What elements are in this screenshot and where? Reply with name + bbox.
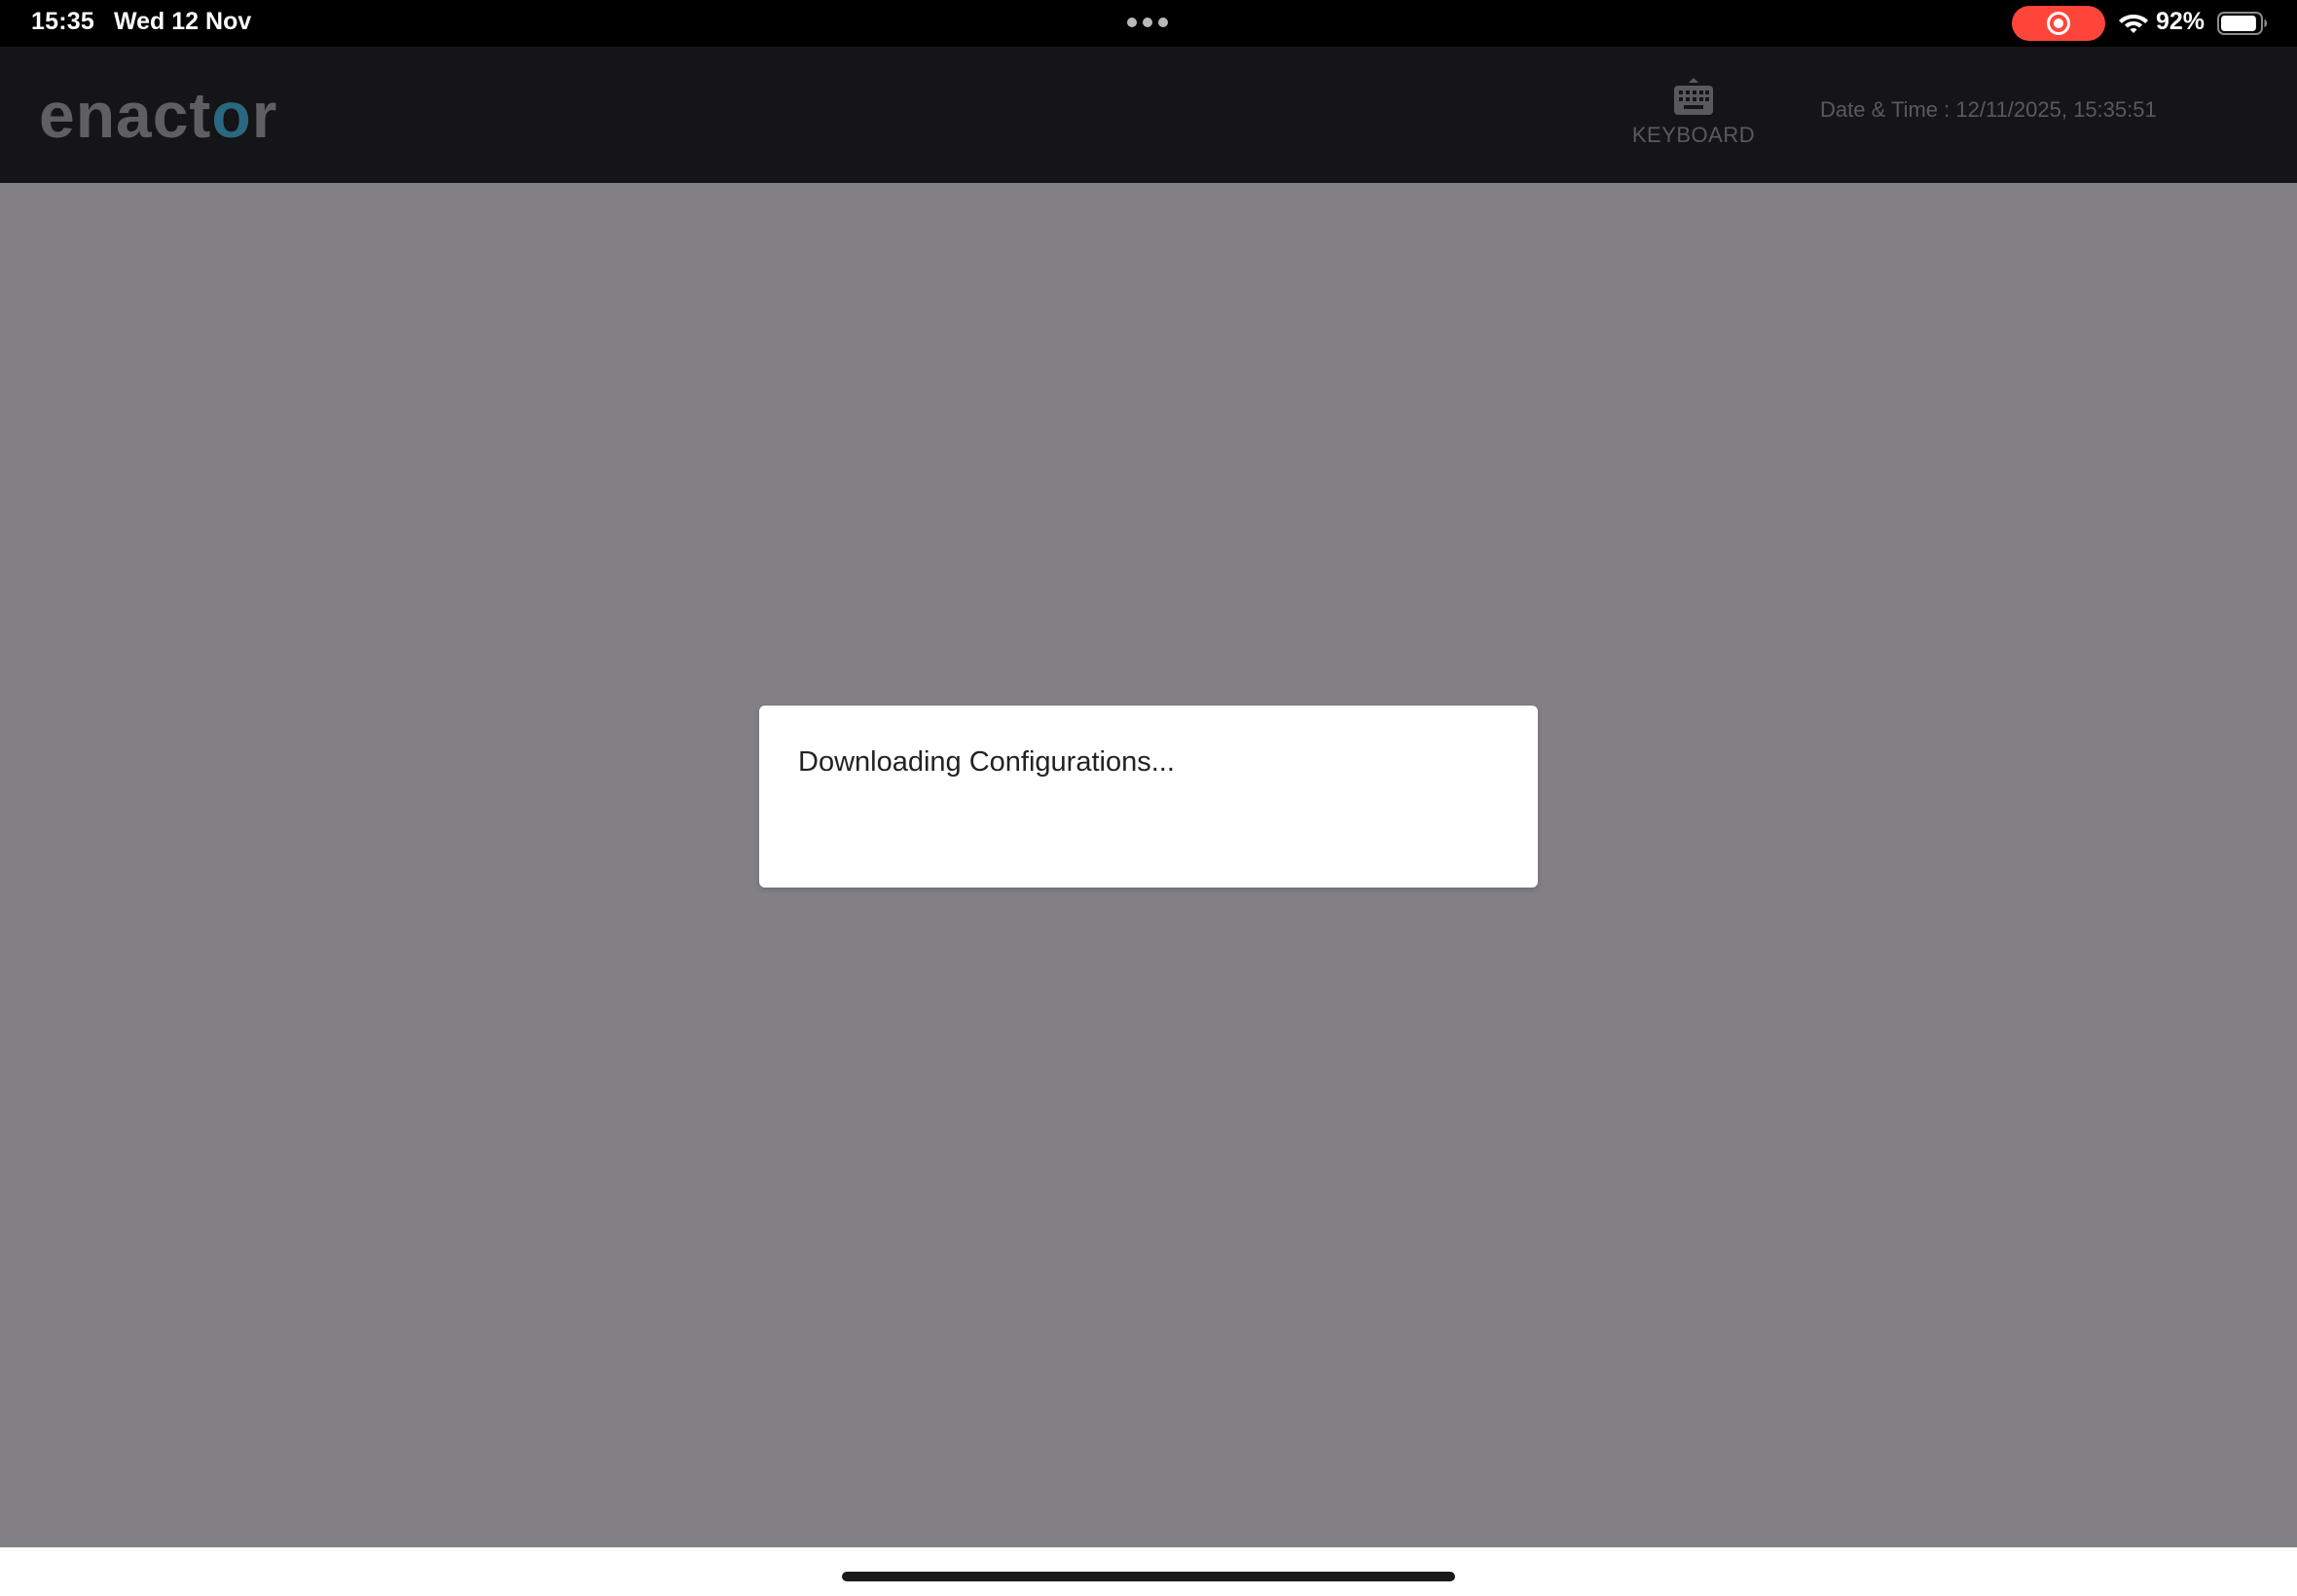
home-indicator-area [0,1547,2297,1596]
status-time: 15:35 [31,8,94,35]
battery-percent: 92% [2156,8,2206,35]
keyboard-label: KEYBOARD [1631,123,1756,147]
ipad-screen: 15:35 Wed 12 Nov 92% enactor KEYBOARD Da… [0,0,2297,1596]
multitask-dots-icon[interactable] [1127,18,1170,29]
home-indicator[interactable] [842,1572,1455,1581]
battery-icon [2217,12,2267,35]
modal-overlay: Downloading Configurations... [0,183,2297,1547]
keyboard-button[interactable]: KEYBOARD [1616,76,1771,163]
keyboard-icon [1674,78,1713,115]
status-date: Wed 12 Nov [114,8,252,35]
date-time-display: Date & Time : 12/11/2025, 15:35:51 [1820,97,2157,122]
wifi-icon [2119,15,2148,33]
screen-record-icon[interactable] [2012,6,2105,41]
loading-dialog: Downloading Configurations... [759,706,1538,888]
dialog-message: Downloading Configurations... [798,746,1175,778]
status-bar: 15:35 Wed 12 Nov 92% [0,0,2297,47]
enactor-logo: enactor [39,79,278,151]
app-header: enactor KEYBOARD Date & Time: 12/11/202… [0,47,2297,183]
